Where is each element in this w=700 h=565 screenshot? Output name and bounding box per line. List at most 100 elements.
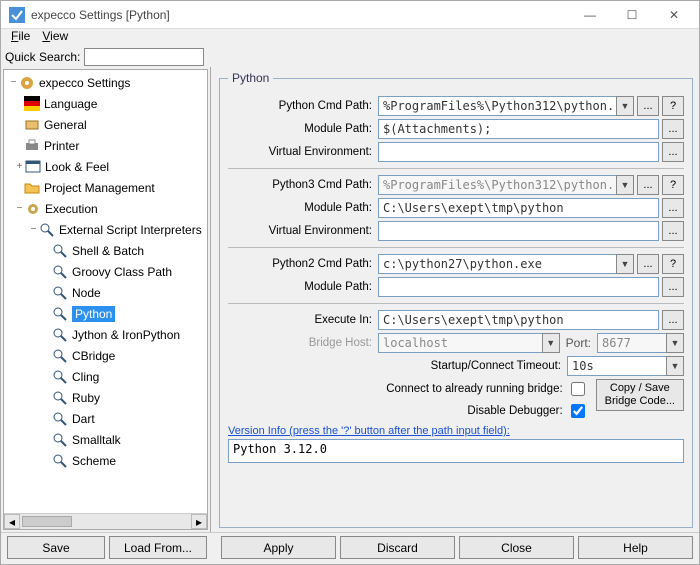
python-cmd-help[interactable]: ?: [662, 96, 684, 116]
tree-item[interactable]: Node: [4, 282, 207, 303]
scroll-track[interactable]: [20, 514, 191, 529]
module-path2-input[interactable]: [378, 277, 659, 297]
magnifier-icon: [52, 453, 68, 469]
separator: [228, 303, 684, 304]
tree-item-python[interactable]: Python: [4, 303, 207, 324]
magnifier-icon: [52, 348, 68, 364]
magnifier-icon: [52, 243, 68, 259]
python-cmd-browse[interactable]: ...: [637, 96, 659, 116]
python3-cmd-dropdown[interactable]: ▼: [616, 175, 634, 195]
module-path-label: Module Path:: [228, 123, 378, 135]
python-cmd-dropdown[interactable]: ▼: [616, 96, 634, 116]
tree-item[interactable]: Jython & IronPython: [4, 324, 207, 345]
module-path-input[interactable]: [378, 119, 659, 139]
tree-item[interactable]: Printer: [4, 135, 207, 156]
left-pane: − expecco Settings Language General Prin…: [1, 67, 211, 532]
flag-icon: [24, 96, 40, 112]
python3-cmd-browse[interactable]: ...: [637, 175, 659, 195]
tree-item[interactable]: − External Script Interpreters: [4, 219, 207, 240]
module-path3-browse[interactable]: ...: [662, 198, 684, 218]
bottom-bar: Save Load From... Apply Discard Close He…: [1, 532, 699, 562]
scroll-right-button[interactable]: ▸: [191, 514, 207, 529]
version-info-label: Version Info (press the '?' button after…: [228, 425, 684, 437]
quick-search-input[interactable]: [84, 48, 204, 66]
venv3-label: Virtual Environment:: [228, 225, 378, 237]
connect-existing-label: Connect to already running bridge:: [386, 383, 568, 395]
bridge-host-input[interactable]: [378, 333, 543, 353]
load-from-button[interactable]: Load From...: [109, 536, 207, 559]
maximize-button[interactable]: ☐: [611, 1, 653, 29]
menu-view[interactable]: View: [36, 29, 74, 47]
timeout-dropdown[interactable]: ▼: [666, 356, 684, 376]
tree-item[interactable]: + Look & Feel: [4, 156, 207, 177]
timeout-input[interactable]: [567, 356, 667, 376]
magnifier-icon: [52, 411, 68, 427]
python-cmd-input[interactable]: [378, 96, 617, 116]
tree-item[interactable]: − Execution: [4, 198, 207, 219]
tree-item[interactable]: Ruby: [4, 387, 207, 408]
menu-file[interactable]: File: [5, 29, 36, 47]
tree-item[interactable]: Dart: [4, 408, 207, 429]
tree-item[interactable]: Scheme: [4, 450, 207, 471]
python2-cmd-input[interactable]: [378, 254, 617, 274]
separator: [228, 247, 684, 248]
minimize-button[interactable]: —: [569, 1, 611, 29]
magnifier-icon: [52, 264, 68, 280]
tree-root[interactable]: − expecco Settings: [4, 72, 207, 93]
bridge-host-dropdown[interactable]: ▼: [542, 333, 560, 353]
app-icon: [9, 7, 25, 23]
module-path2-label: Module Path:: [228, 281, 378, 293]
scroll-thumb[interactable]: [22, 516, 72, 527]
timeout-label: Startup/Connect Timeout:: [228, 360, 567, 372]
save-button[interactable]: Save: [7, 536, 105, 559]
port-input[interactable]: [597, 333, 667, 353]
module-path3-input[interactable]: [378, 198, 659, 218]
group-legend: Python: [228, 71, 273, 85]
version-info-box: Python 3.12.0: [228, 439, 684, 463]
module-path-browse[interactable]: ...: [662, 119, 684, 139]
python2-cmd-label: Python2 Cmd Path:: [228, 258, 378, 270]
port-dropdown[interactable]: ▼: [666, 333, 684, 353]
copy-bridge-code-button[interactable]: Copy / Save Bridge Code...: [596, 379, 684, 411]
venv3-browse[interactable]: ...: [662, 221, 684, 241]
close-button[interactable]: Close: [459, 536, 574, 559]
venv-input[interactable]: [378, 142, 659, 162]
settings-tree[interactable]: − expecco Settings Language General Prin…: [3, 69, 208, 530]
venv-browse[interactable]: ...: [662, 142, 684, 162]
tree-item[interactable]: Groovy Class Path: [4, 261, 207, 282]
look-feel-icon: [25, 159, 41, 175]
venv3-input[interactable]: [378, 221, 659, 241]
python2-cmd-help[interactable]: ?: [662, 254, 684, 274]
close-window-button[interactable]: ✕: [653, 1, 695, 29]
help-button[interactable]: Help: [578, 536, 693, 559]
magnifier-icon: [52, 432, 68, 448]
execute-in-browse[interactable]: ...: [662, 310, 684, 330]
tree-item[interactable]: Cling: [4, 366, 207, 387]
apply-button[interactable]: Apply: [221, 536, 336, 559]
module-path2-browse[interactable]: ...: [662, 277, 684, 297]
discard-button[interactable]: Discard: [340, 536, 455, 559]
tree-item[interactable]: General: [4, 114, 207, 135]
magnifier-icon: [52, 369, 68, 385]
venv-label: Virtual Environment:: [228, 146, 378, 158]
python3-cmd-input[interactable]: [378, 175, 617, 195]
execute-in-input[interactable]: [378, 310, 659, 330]
disable-debugger-checkbox[interactable]: [571, 404, 585, 418]
tree-item[interactable]: CBridge: [4, 345, 207, 366]
python2-cmd-browse[interactable]: ...: [637, 254, 659, 274]
tree-item[interactable]: Language: [4, 93, 207, 114]
connect-existing-checkbox[interactable]: [571, 382, 585, 396]
scroll-left-button[interactable]: ◂: [4, 514, 20, 529]
settings-icon: [19, 75, 35, 91]
magnifier-icon: [52, 285, 68, 301]
title-bar: expecco Settings [Python] — ☐ ✕: [1, 1, 699, 29]
menu-bar: File View: [1, 29, 699, 47]
python3-cmd-help[interactable]: ?: [662, 175, 684, 195]
tree-item[interactable]: Smalltalk: [4, 429, 207, 450]
gear-icon: [25, 201, 41, 217]
tree-item[interactable]: Project Management: [4, 177, 207, 198]
window-title: expecco Settings [Python]: [31, 8, 569, 22]
tree-item[interactable]: Shell & Batch: [4, 240, 207, 261]
tree-h-scrollbar[interactable]: ◂ ▸: [4, 513, 207, 529]
python2-cmd-dropdown[interactable]: ▼: [616, 254, 634, 274]
